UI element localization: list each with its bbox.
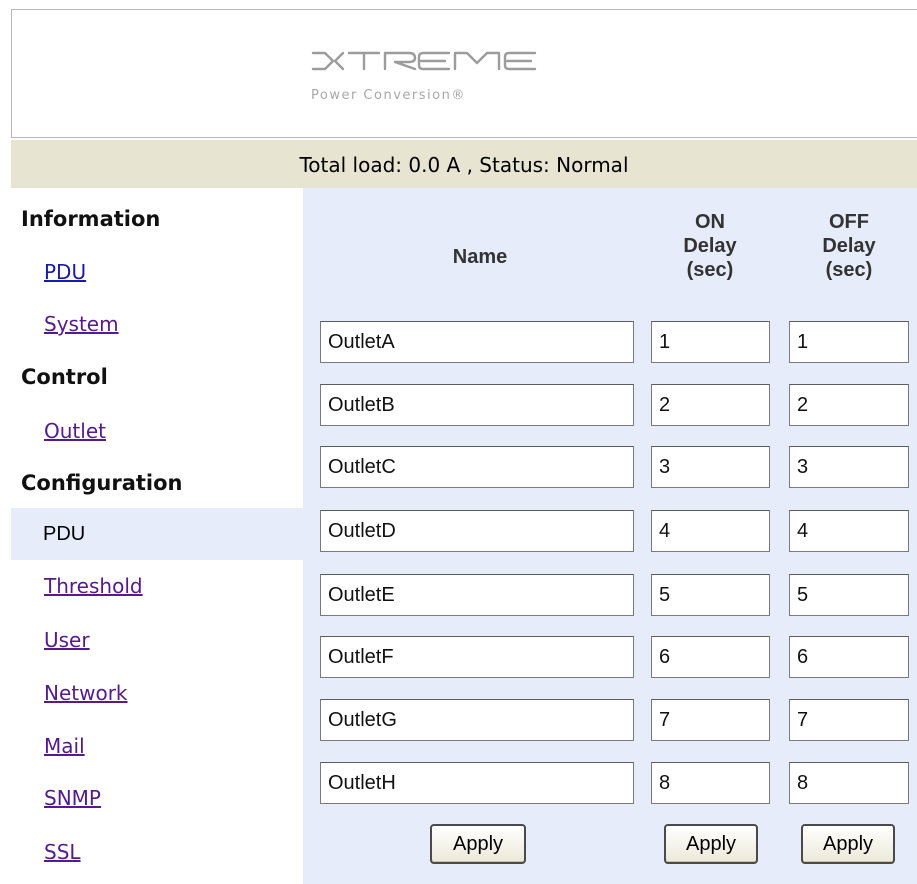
col-header-on-delay-line1: ON	[695, 211, 725, 233]
section-control: Control	[21, 365, 108, 389]
off-delay-input[interactable]: 2	[789, 384, 909, 426]
brand-tagline: Power Conversion®	[311, 88, 466, 103]
on-delay-input[interactable]: 7	[651, 699, 770, 741]
nav-config-threshold[interactable]: Threshold	[44, 574, 143, 598]
outlet-name-input[interactable]: OutletE	[320, 574, 634, 616]
nav-config-pdu-label: PDU	[43, 523, 86, 545]
on-delay-input[interactable]: 5	[651, 574, 770, 616]
outlet-name-input[interactable]: OutletD	[320, 510, 634, 552]
apply-off-delay-button[interactable]: Apply	[801, 824, 895, 864]
col-header-on-delay: ON Delay (sec)	[650, 210, 770, 282]
outlet-name-input[interactable]: OutletF	[320, 636, 634, 678]
nav-control-outlet[interactable]: Outlet	[44, 419, 106, 443]
nav-config-mail[interactable]: Mail	[44, 734, 85, 758]
nav-config-snmp[interactable]: SNMP	[44, 786, 101, 810]
col-header-name: Name	[452, 246, 508, 268]
on-delay-input[interactable]: 8	[651, 762, 770, 804]
on-delay-input[interactable]: 1	[651, 321, 770, 363]
on-delay-input[interactable]: 2	[651, 384, 770, 426]
on-delay-input[interactable]: 3	[651, 446, 770, 488]
nav-config-network[interactable]: Network	[44, 681, 128, 705]
off-delay-input[interactable]: 4	[789, 510, 909, 552]
status-bar: Total load: 0.0 A , Status: Normal	[11, 140, 917, 188]
nav-config-pdu-active[interactable]: PDU	[11, 508, 303, 560]
off-delay-input[interactable]: 5	[789, 574, 909, 616]
nav-config-ssl[interactable]: SSL	[44, 840, 81, 864]
status-text: Total load: 0.0 A , Status: Normal	[299, 153, 629, 177]
nav-info-pdu[interactable]: PDU	[44, 260, 86, 284]
apply-name-button[interactable]: Apply	[430, 824, 526, 864]
outlet-name-input[interactable]: OutletC	[320, 446, 634, 488]
nav-info-system[interactable]: System	[44, 312, 119, 336]
off-delay-input[interactable]: 6	[789, 636, 909, 678]
off-delay-input[interactable]: 3	[789, 446, 909, 488]
col-header-on-delay-line2: Delay	[683, 235, 737, 257]
col-header-on-delay-line3: (sec)	[686, 259, 734, 281]
outlet-name-input[interactable]: OutletG	[320, 699, 634, 741]
off-delay-input[interactable]: 8	[789, 762, 909, 804]
nav-config-user[interactable]: User	[44, 628, 90, 652]
on-delay-input[interactable]: 6	[651, 636, 770, 678]
apply-on-delay-button[interactable]: Apply	[664, 824, 758, 864]
col-header-off-delay-line2: Delay	[822, 235, 876, 257]
section-information: Information	[21, 207, 161, 231]
on-delay-input[interactable]: 4	[651, 510, 770, 552]
outlet-name-input[interactable]: OutletB	[320, 384, 634, 426]
outlet-name-input[interactable]: OutletA	[320, 321, 634, 363]
sidebar: Information PDU System Control Outlet Co…	[11, 188, 303, 884]
section-configuration: Configuration	[21, 471, 183, 495]
off-delay-input[interactable]: 1	[789, 321, 909, 363]
outlet-name-input[interactable]: OutletH	[320, 762, 634, 804]
col-header-off-delay: OFF Delay (sec)	[789, 210, 909, 282]
col-header-off-delay-line3: (sec)	[825, 259, 873, 281]
off-delay-input[interactable]: 7	[789, 699, 909, 741]
col-header-off-delay-line1: OFF	[829, 211, 869, 233]
